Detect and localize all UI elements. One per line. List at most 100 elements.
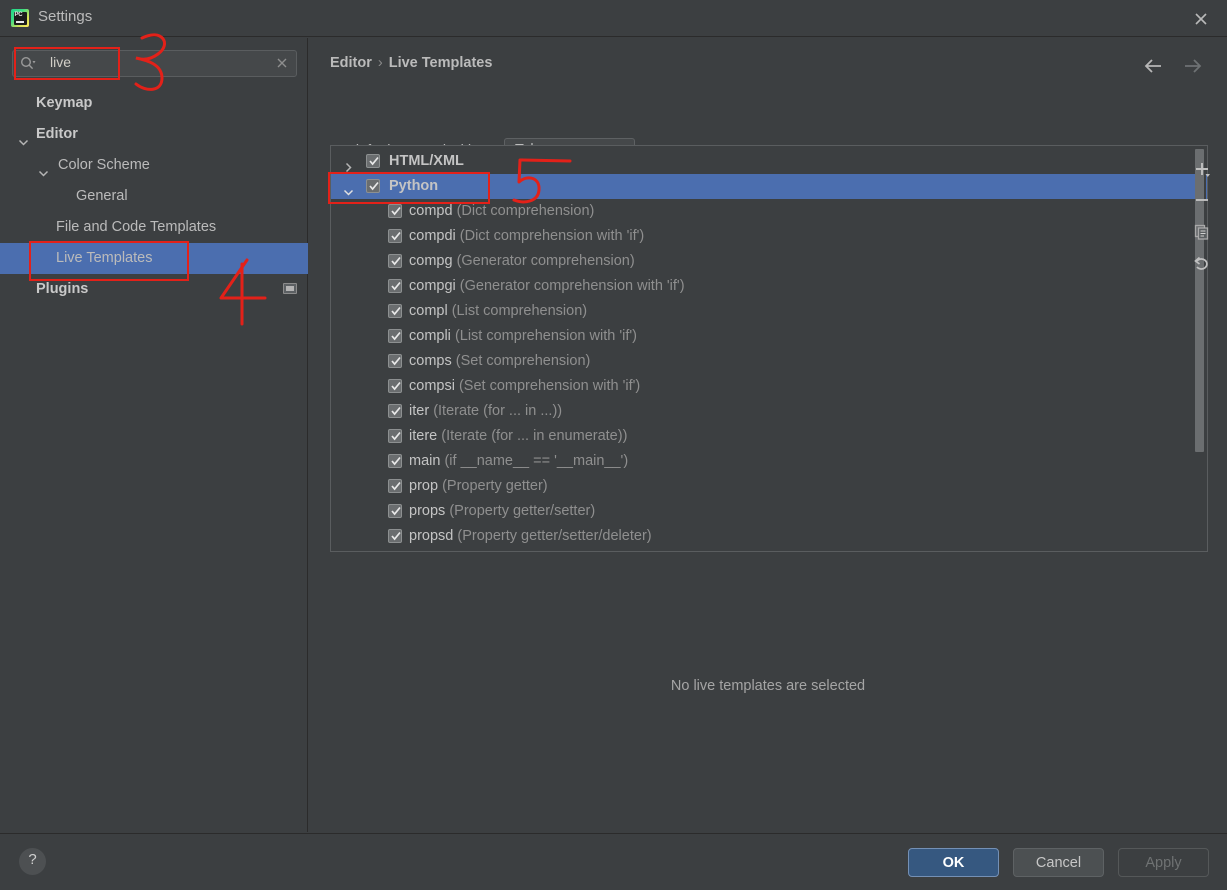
template-label: compl (List comprehension) [409,299,587,324]
sidebar-item-general[interactable]: General [0,181,308,212]
template-row[interactable]: propsd (Property getter/setter/deleter) [331,524,1207,549]
sidebar-item-label: Keymap [36,95,93,111]
template-row[interactable]: compl (List comprehension) [331,299,1207,324]
template-description: (Property getter) [442,478,548,494]
template-label: props (Property getter/setter) [409,499,595,524]
template-row[interactable]: prop (Property getter) [331,474,1207,499]
template-abbreviation: iter [409,403,430,419]
group-checkbox[interactable] [366,154,380,168]
apply-button[interactable]: Apply [1118,848,1209,877]
sidebar-item-label: Plugins [36,281,89,297]
template-description: (Generator comprehension) [456,253,635,269]
template-checkbox[interactable] [388,479,402,493]
clear-icon[interactable] [275,56,289,70]
template-abbreviation: propsd [409,528,454,544]
settings-search: live [12,50,297,77]
revert-template-button[interactable] [1187,249,1217,279]
chevron-right-icon[interactable] [343,156,354,173]
template-group-row[interactable]: HTML/XML [331,149,1207,174]
template-checkbox[interactable] [388,379,402,393]
template-label: iter (Iterate (for ... in ...)) [409,399,562,424]
breadcrumb: Editor › Live Templates [330,55,492,71]
template-checkbox[interactable] [388,529,402,543]
template-row[interactable]: itere (Iterate (for ... in enumerate)) [331,424,1207,449]
help-icon: ? [28,851,37,868]
template-label: compli (List comprehension with 'if') [409,324,637,349]
settings-content: Editor›Live Templates By default expand … [309,38,1227,832]
template-row[interactable]: comps (Set comprehension) [331,349,1207,374]
template-label: compg (Generator comprehension) [409,249,635,274]
template-row[interactable]: props (Property getter/setter) [331,499,1207,524]
template-description: (Iterate (for ... in ...)) [433,403,563,419]
template-checkbox[interactable] [388,429,402,443]
window-title: Settings [38,8,93,25]
sidebar-item-color-scheme[interactable]: Color Scheme [0,150,308,181]
ok-button[interactable]: OK [908,848,999,877]
template-abbreviation: compg [409,253,453,269]
template-checkbox[interactable] [388,229,402,243]
search-icon[interactable] [20,56,36,72]
arrow-right-icon[interactable] [1179,54,1205,78]
template-label: comps (Set comprehension) [409,349,590,374]
breadcrumb-parent[interactable]: Editor [330,55,372,71]
template-checkbox[interactable] [388,279,402,293]
template-description: (Iterate (for ... in enumerate)) [441,428,628,444]
template-row[interactable]: compli (List comprehension with 'if') [331,324,1207,349]
sidebar-item-editor[interactable]: Editor [0,119,308,150]
breadcrumb-current: Live Templates [388,55,493,71]
template-description: (Property getter/setter/deleter) [457,528,652,544]
template-row[interactable]: compsi (Set comprehension with 'if') [331,374,1207,399]
template-abbreviation: prop [409,478,439,494]
sidebar-item-plugins[interactable]: Plugins [0,274,308,305]
template-group-row[interactable]: Python [331,174,1207,199]
template-checkbox[interactable] [388,504,402,518]
sidebar-item-keymap[interactable]: Keymap [0,88,308,119]
chevron-down-icon[interactable] [18,129,29,146]
title-bar: Settings [0,0,1227,37]
template-row[interactable]: iter (Iterate (for ... in ...)) [331,399,1207,424]
template-label: propsd (Property getter/setter/deleter) [409,524,652,549]
template-row[interactable]: compgi (Generator comprehension with 'if… [331,274,1207,299]
template-abbreviation: compgi [409,278,456,294]
template-row[interactable]: main (if __name__ == '__main__') [331,449,1207,474]
template-checkbox[interactable] [388,354,402,368]
sidebar-item-live-templates[interactable]: Live Templates [0,243,308,274]
template-abbreviation: compsi [409,378,455,394]
template-row[interactable]: compdi (Dict comprehension with 'if') [331,224,1207,249]
add-template-button[interactable] [1187,155,1217,185]
template-row[interactable]: compd (Dict comprehension) [331,199,1207,224]
group-checkbox[interactable] [366,179,380,193]
template-description: (Dict comprehension with 'if') [459,228,645,244]
duplicate-template-button[interactable] [1187,217,1217,247]
sidebar-item-label: General [76,188,128,204]
template-description: (List comprehension) [451,303,588,319]
help-button[interactable]: ? [19,848,46,875]
template-description: (Set comprehension) [455,353,591,369]
template-checkbox[interactable] [388,454,402,468]
template-checkbox[interactable] [388,204,402,218]
template-description: (if __name__ == '__main__') [444,453,629,469]
template-rows-container: compd (Dict comprehension) compdi (Dict c… [331,199,1207,549]
empty-selection-message: No live templates are selected [670,678,866,694]
group-label: HTML/XML [389,153,464,169]
sidebar-item-label: Color Scheme [58,157,150,173]
close-icon[interactable] [1189,7,1213,31]
settings-dialog: Settings live [0,0,1227,890]
template-row[interactable]: compg (Generator comprehension) [331,249,1207,274]
template-abbreviation: compli [409,328,451,344]
cancel-button[interactable]: Cancel [1013,848,1104,877]
sidebar-item-file-and-code-templates[interactable]: File and Code Templates [0,212,308,243]
breadcrumb-separator: › [377,55,383,71]
template-checkbox[interactable] [388,329,402,343]
template-checkbox[interactable] [388,304,402,318]
remove-template-button[interactable] [1187,185,1217,215]
template-abbreviation: comps [409,353,452,369]
pycharm-icon [11,9,29,27]
arrow-left-icon[interactable] [1141,54,1167,78]
template-checkbox[interactable] [388,404,402,418]
chevron-down-icon[interactable] [38,160,49,177]
chevron-down-icon[interactable] [343,181,354,196]
template-description: (Property getter/setter) [449,503,596,519]
template-abbreviation: main [409,453,441,469]
template-checkbox[interactable] [388,254,402,268]
